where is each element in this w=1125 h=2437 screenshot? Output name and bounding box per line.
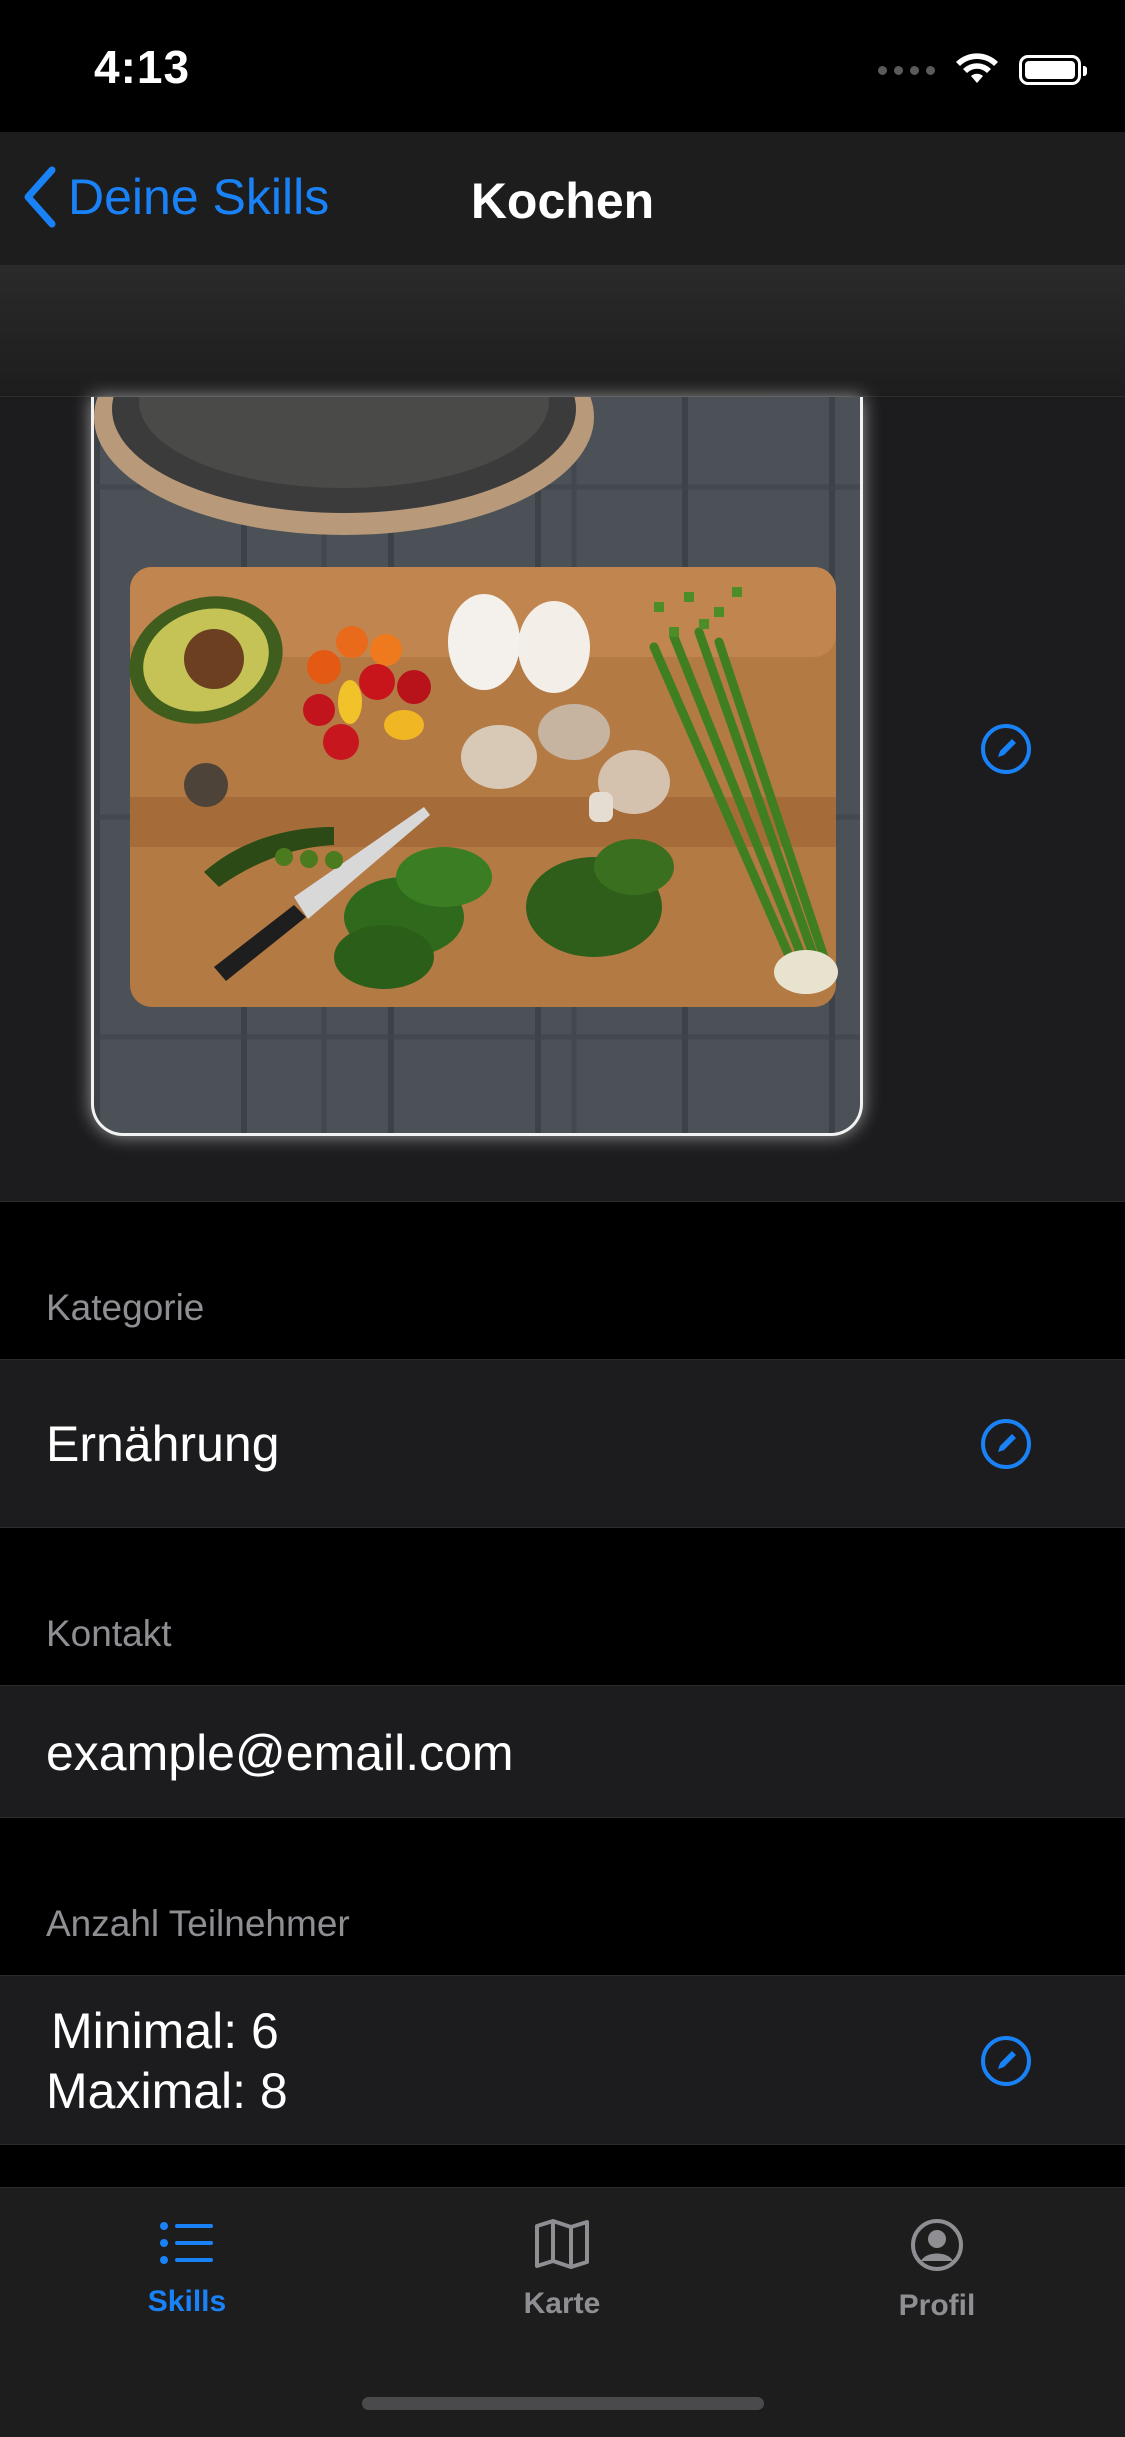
tab-karte-label: Karte — [523, 2287, 601, 2320]
teilnehmer-row: Minimal: 6 Maximal: 8 — [0, 1975, 1125, 2145]
skill-photo — [91, 397, 863, 1136]
tab-profil[interactable]: Profil — [837, 2218, 1037, 2323]
battery-icon — [1019, 55, 1087, 85]
edit-teilnehmer-icon[interactable] — [980, 2035, 1032, 2087]
cooking-photo-illustration — [94, 397, 860, 1133]
section-header-kontakt: Kontakt — [46, 1613, 172, 1654]
kategorie-row: Ernährung — [0, 1359, 1125, 1528]
navigation-bar: Deine Skills Kochen — [0, 132, 1125, 266]
page-title: Kochen — [470, 173, 655, 229]
edit-kategorie-icon[interactable] — [980, 1418, 1032, 1470]
header-spacer — [0, 266, 1125, 397]
home-indicator — [362, 2397, 764, 2410]
kontakt-value: example@email.com — [46, 1725, 514, 1781]
wifi-icon — [956, 53, 998, 83]
edit-image-icon[interactable] — [980, 723, 1032, 775]
map-icon — [535, 2219, 589, 2269]
status-bar: 4:13 — [0, 0, 1125, 132]
kategorie-value: Ernährung — [46, 1416, 280, 1472]
skill-image-row — [0, 397, 1125, 1202]
tab-karte[interactable]: Karte — [462, 2218, 662, 2321]
status-icons — [878, 50, 1087, 90]
kontakt-row: example@email.com — [0, 1685, 1125, 1818]
status-time: 4:13 — [94, 41, 191, 93]
cellular-signal-icon — [878, 65, 935, 75]
section-header-kategorie: Kategorie — [46, 1287, 205, 1328]
teilnehmer-min: Minimal: 6 — [51, 2003, 279, 2059]
teilnehmer-max: Maximal: 8 — [46, 2063, 288, 2119]
tab-skills-label: Skills — [147, 2285, 227, 2318]
section-header-teilnehmer: Anzahl Teilnehmer — [46, 1903, 350, 1944]
profile-icon — [911, 2219, 963, 2271]
list-icon — [160, 2222, 213, 2264]
tab-skills[interactable]: Skills — [87, 2218, 287, 2319]
tab-profil-label: Profil — [898, 2289, 976, 2322]
